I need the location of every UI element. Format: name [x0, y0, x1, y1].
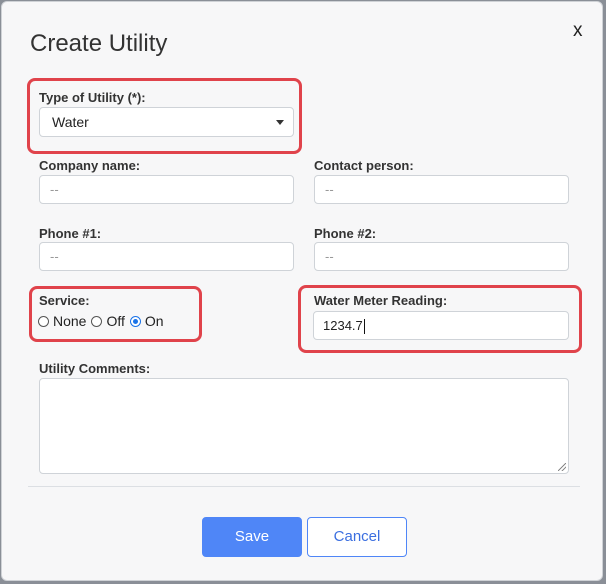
contact-person-label: Contact person:	[314, 158, 414, 173]
chevron-down-icon	[276, 120, 284, 125]
company-name-label: Company name:	[39, 158, 141, 173]
phone2-input[interactable]: --	[314, 242, 569, 271]
water-meter-label: Water Meter Reading:	[314, 293, 448, 308]
service-option-none-label: None	[53, 313, 87, 329]
text-cursor	[363, 319, 365, 335]
water-meter-input[interactable]: 1234.7	[313, 311, 569, 340]
service-radio-group: None Off On	[38, 312, 169, 330]
utility-comments-textarea[interactable]	[39, 378, 569, 474]
service-option-off[interactable]: Off	[91, 313, 125, 329]
close-icon[interactable]: x	[573, 20, 589, 42]
service-label: Service:	[39, 293, 90, 308]
service-option-none[interactable]: None	[38, 313, 86, 329]
save-button[interactable]: Save	[202, 517, 302, 557]
resize-handle-icon[interactable]	[558, 463, 566, 471]
type-of-utility-value: Water	[52, 114, 89, 130]
phone1-label: Phone #1:	[39, 226, 102, 241]
dialog-title: Create Utility	[30, 30, 168, 57]
service-option-off-label: Off	[106, 313, 125, 329]
company-name-input[interactable]: --	[39, 175, 294, 204]
radio-off[interactable]	[91, 315, 103, 327]
phone2-label: Phone #2:	[314, 226, 377, 241]
type-of-utility-label: Type of Utility (*):	[39, 90, 146, 105]
phone1-input[interactable]: --	[39, 242, 294, 271]
service-option-on[interactable]: On	[129, 313, 164, 329]
footer-divider	[28, 486, 580, 487]
service-option-on-label: On	[144, 313, 164, 329]
radio-on[interactable]	[129, 315, 141, 327]
radio-none[interactable]	[38, 315, 49, 327]
cancel-button[interactable]: Cancel	[307, 517, 407, 557]
water-meter-value: 1234.7	[323, 318, 363, 333]
type-of-utility-select[interactable]: Water	[39, 107, 294, 137]
utility-comments-label: Utility Comments:	[39, 361, 151, 376]
contact-person-input[interactable]: --	[314, 175, 569, 204]
